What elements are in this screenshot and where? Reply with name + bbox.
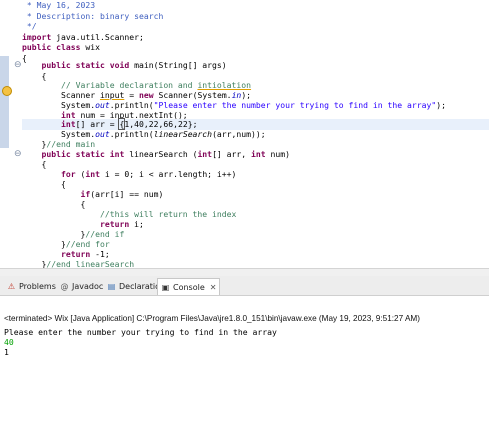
code-line: if(arr[i] == num) <box>80 189 164 199</box>
code-line: System.out.println(linearSearch(arr,num)… <box>22 129 266 139</box>
tab-label: Problems <box>19 281 56 291</box>
problems-icon: ⚠ <box>7 281 16 291</box>
console-icon: ▣ <box>161 282 170 292</box>
code-editor[interactable]: ⊖ ⊖ * May 16, 2023 * Description: binary… <box>0 0 489 270</box>
warning-marker-icon[interactable] <box>2 86 12 96</box>
code-line: public static int linearSearch (int[] ar… <box>41 149 291 159</box>
console-line: 1 <box>4 347 9 357</box>
javadoc-icon: @ <box>60 281 69 291</box>
code-line: }//end if <box>22 229 125 239</box>
console-toolbar <box>0 296 489 312</box>
bottom-panel-tabs: ⚠ Problems @ Javadoc ▤ Declaration ▣ Con… <box>0 276 489 296</box>
console-user-input: 40 <box>4 337 14 347</box>
close-icon[interactable]: ✕ <box>210 283 217 292</box>
code-line: { <box>22 199 86 209</box>
tab-problems[interactable]: ⚠ Problems <box>4 278 59 294</box>
tab-console[interactable]: ▣ Console ✕ <box>157 278 221 295</box>
code-line: // Variable declaration and intiolation <box>60 80 252 90</box>
editor-gutter-highlight <box>0 56 9 148</box>
console-status: <terminated> Wix [Java Application] C:\P… <box>4 314 420 323</box>
code-line: { <box>22 179 66 189</box>
code-line: }//end main <box>22 139 96 149</box>
code-line: //this will return the index <box>22 209 237 219</box>
code-line: Scanner input = new Scanner(System.in); <box>22 90 252 100</box>
code-line: return -1; <box>60 249 110 259</box>
code-line: return i; <box>99 219 144 229</box>
declaration-icon: ▤ <box>107 281 116 291</box>
code-line: for (int i = 0; i < arr.length; i++) <box>60 169 237 179</box>
code-line: { <box>22 159 47 169</box>
fold-linear-search-icon[interactable]: ⊖ <box>14 149 22 159</box>
code-line-current: int[] arr = {1,40,22,66,22}; <box>22 118 489 130</box>
tab-javadoc[interactable]: @ Javadoc <box>57 278 106 294</box>
code-line: * Description: binary search <box>22 10 164 21</box>
code-line: public static void main(String[] args) <box>41 60 227 70</box>
tab-label: Console <box>173 282 205 292</box>
code-line: public class wix <box>22 42 100 52</box>
fold-main-icon[interactable]: ⊖ <box>14 60 22 70</box>
code-line: }//end for <box>22 239 110 249</box>
console-line: Please enter the number your trying to f… <box>4 327 277 337</box>
console-output[interactable]: <terminated> Wix [Java Application] C:\P… <box>0 312 489 423</box>
code-line: */ <box>22 21 37 31</box>
code-line: System.out.println("Please enter the num… <box>22 100 446 110</box>
code-line: import java.util.Scanner; <box>22 31 144 42</box>
code-line: * May 16, 2023 <box>22 0 96 10</box>
tab-label: Javadoc <box>72 281 104 291</box>
